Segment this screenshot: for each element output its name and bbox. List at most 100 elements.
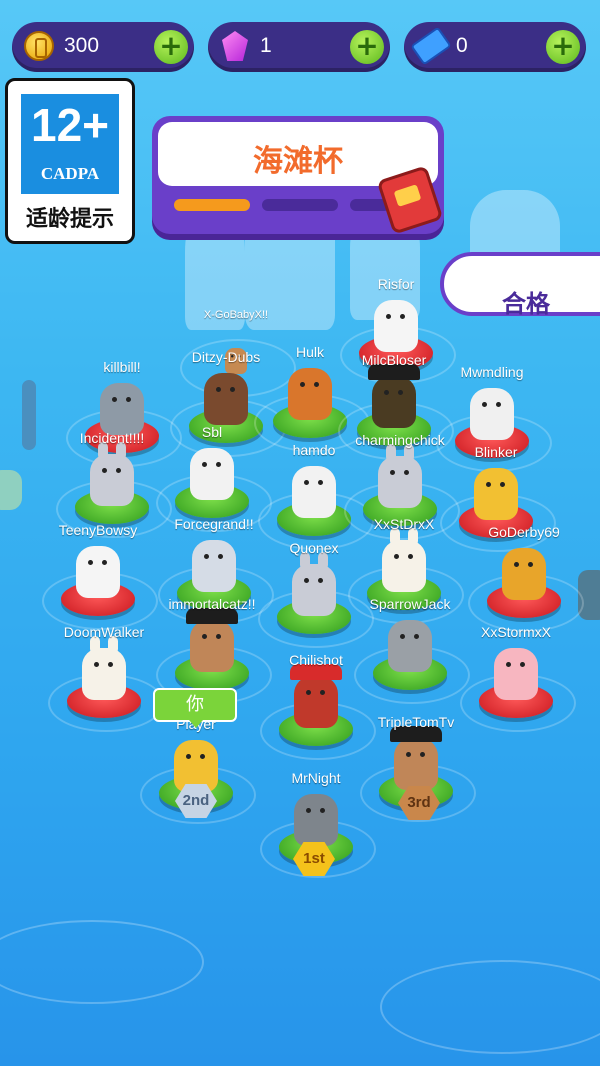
face [110, 393, 134, 407]
eye [306, 690, 311, 695]
face [382, 386, 406, 400]
cup-title: 海滩杯 [253, 144, 343, 179]
eye [216, 462, 221, 467]
age-rating-box: 12+ CADPA [21, 94, 119, 194]
coin-icon [24, 31, 54, 61]
player-name: Risfor [377, 276, 415, 292]
face [200, 458, 224, 472]
water-ripple [0, 920, 204, 1004]
eye [318, 578, 323, 583]
eye [500, 482, 505, 487]
face [384, 310, 408, 324]
eye [94, 662, 99, 667]
player-name: Quonex [289, 540, 339, 556]
face [100, 464, 124, 478]
face [86, 556, 110, 570]
eye [506, 662, 511, 667]
face [214, 383, 238, 397]
player-name: TripleTomTv [377, 714, 455, 730]
eye [528, 562, 533, 567]
face [302, 574, 326, 588]
qualified-label: 合格 [502, 290, 550, 318]
eye [304, 480, 309, 485]
eye [88, 560, 93, 565]
player-name: immortalcatz!! [168, 596, 256, 612]
age-rating-badge: 12+ CADPA 适龄提示 [5, 78, 135, 244]
add-gems-button[interactable]: + [350, 30, 384, 64]
eye [306, 808, 311, 813]
face [92, 658, 116, 672]
eye [414, 634, 419, 639]
face [404, 748, 428, 762]
unicorn-avatar [82, 636, 126, 700]
face [202, 550, 226, 564]
eye [420, 752, 425, 757]
eye [186, 754, 191, 759]
eye [386, 314, 391, 319]
eye [406, 752, 411, 757]
eye [314, 382, 319, 387]
eye [404, 470, 409, 475]
face [504, 658, 528, 672]
face [388, 466, 412, 480]
eye [108, 662, 113, 667]
eye [112, 397, 117, 402]
eye [520, 662, 525, 667]
game-screen: { "currencies": [ {"type":"coin-icon","v… [0, 0, 600, 1066]
eye [300, 382, 305, 387]
giraffe-avatar [502, 548, 546, 600]
player-name: Sbl [201, 424, 223, 440]
pig-avatar [494, 648, 538, 700]
add-tickets-button[interactable]: + [546, 30, 580, 64]
add-coins-button[interactable]: + [154, 30, 188, 64]
player-name: Mwmdling [460, 364, 524, 380]
face [302, 476, 326, 490]
ticket-counter: 0 + [404, 22, 586, 72]
face [298, 378, 322, 392]
progress-segment [262, 199, 338, 211]
cup-card[interactable]: 海滩杯 [152, 116, 444, 235]
age-number: 12+ [30, 99, 110, 151]
cat-avatar [294, 794, 338, 846]
eye [400, 314, 405, 319]
gem-icon [222, 31, 248, 61]
dalmatian-avatar [292, 466, 336, 518]
face [304, 804, 328, 818]
eye [304, 578, 309, 583]
face [480, 398, 504, 412]
age-org: CADPA [40, 164, 100, 183]
coin-value: 300 [64, 34, 100, 57]
eye [486, 482, 491, 487]
coin-counter: 300 + [12, 22, 194, 72]
face [200, 630, 224, 644]
eye [394, 554, 399, 559]
tiger-avatar [288, 368, 332, 420]
progress-segment [174, 199, 250, 211]
face [484, 478, 508, 492]
face [304, 686, 328, 700]
eye [102, 560, 107, 565]
pirate-avatar [186, 608, 238, 672]
eye [202, 634, 207, 639]
eye [116, 468, 121, 473]
player-name: DoomWalker [63, 624, 145, 640]
player-name: GoDerby69 [488, 524, 560, 540]
age-caption: 适龄提示 [25, 207, 114, 232]
eye [216, 387, 221, 392]
eye [216, 634, 221, 639]
seal-avatar [192, 540, 236, 592]
unicorn-avatar [382, 528, 426, 592]
eye [202, 462, 207, 467]
eye [230, 387, 235, 392]
player-name: SparrowJack [369, 596, 451, 612]
player-name: Chilishot [289, 652, 343, 668]
eye [408, 554, 413, 559]
eye [496, 402, 501, 407]
player-name: XxStormxX [480, 624, 551, 640]
eye [384, 390, 389, 395]
water-ripple [380, 960, 600, 1054]
eye [398, 390, 403, 395]
santa-avatar [290, 664, 342, 728]
eye [218, 554, 223, 559]
face [398, 630, 422, 644]
